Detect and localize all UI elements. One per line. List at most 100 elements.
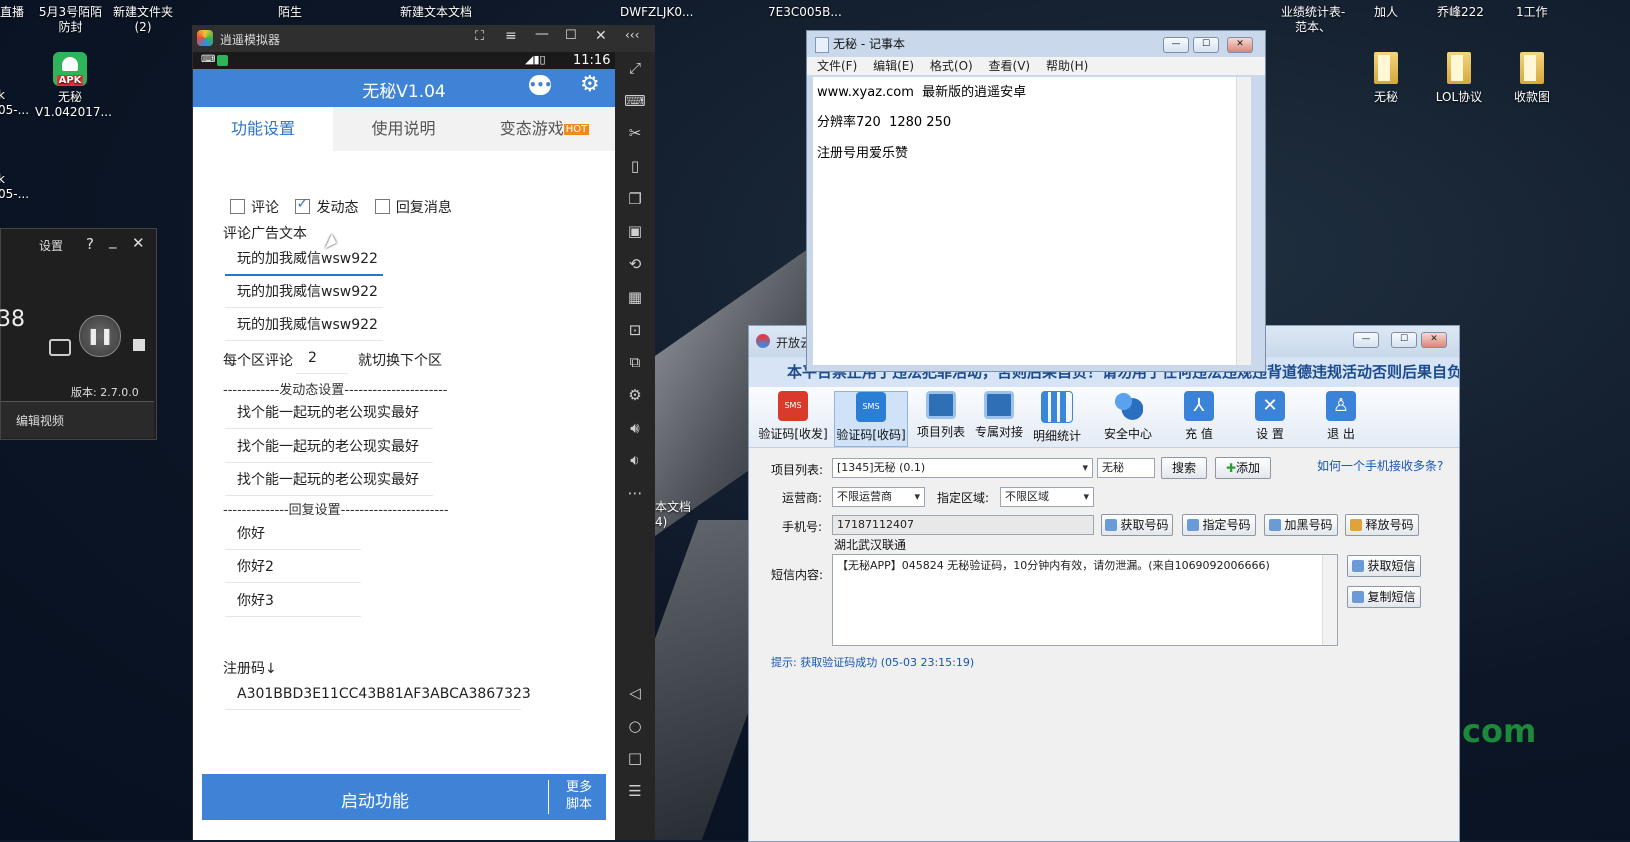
- gamepad-icon[interactable]: ▦: [615, 281, 655, 314]
- tool-exit[interactable]: ♙ 退 出: [1305, 391, 1377, 442]
- sms-content-box[interactable]: 【无秘APP】045824 无秘验证码，10分钟内有效，请勿泄漏。(来自1069…: [832, 554, 1338, 646]
- minimize-icon[interactable]: _: [109, 231, 117, 249]
- fullscreen-icon[interactable]: ⤢: [615, 52, 655, 85]
- desktop-label[interactable]: DWFZLJK0...: [620, 5, 693, 20]
- tab-instructions[interactable]: 使用说明: [333, 107, 474, 151]
- start-function-button[interactable]: 启动功能 更多 脚本: [202, 774, 606, 820]
- volume-down-icon[interactable]: 🔉︎: [615, 444, 655, 477]
- desktop-label[interactable]: 陌生: [278, 5, 302, 20]
- minimize-icon[interactable]: —: [1353, 332, 1379, 348]
- pause-icon[interactable]: ❚❚: [79, 315, 121, 357]
- desktop-label[interactable]: 直播: [0, 5, 24, 20]
- desktop-icon-folder[interactable]: LOL协议: [1424, 52, 1494, 105]
- region-select[interactable]: 不限区域: [1000, 487, 1094, 507]
- post-text-input[interactable]: 找个能一起玩的老公现实最好: [225, 432, 433, 463]
- desktop-label[interactable]: 业绩统计表- 范本、: [1280, 5, 1346, 35]
- camera-icon[interactable]: [49, 339, 71, 356]
- menu-view[interactable]: 查看(V): [989, 59, 1031, 73]
- get-sms-button[interactable]: 获取短信: [1347, 555, 1421, 577]
- comment-checkbox[interactable]: 评论: [230, 199, 279, 216]
- scrollbar[interactable]: [1322, 555, 1337, 645]
- tool-settings[interactable]: ✕ 设 置: [1234, 391, 1306, 442]
- desktop-label[interactable]: 1工作: [1516, 5, 1548, 20]
- menu-format[interactable]: 格式(O): [930, 59, 973, 73]
- minimize-icon[interactable]: —: [1163, 37, 1189, 53]
- menu-edit[interactable]: 编辑(E): [873, 59, 914, 73]
- desktop-label[interactable]: k 05-...: [0, 88, 29, 118]
- gear-icon[interactable]: ⚙: [580, 72, 600, 97]
- reply-text-input[interactable]: 你好: [225, 519, 361, 550]
- get-number-button[interactable]: 获取号码: [1101, 514, 1173, 536]
- more-icon[interactable]: ⋯: [615, 477, 655, 510]
- search-button[interactable]: 搜索: [1161, 457, 1207, 479]
- keyboard-icon[interactable]: ⌨: [615, 85, 655, 118]
- more-scripts-button[interactable]: 更多 脚本: [554, 779, 604, 813]
- shake-icon[interactable]: ▯: [615, 150, 655, 183]
- chat-icon[interactable]: •••: [529, 75, 552, 95]
- comment-text-input[interactable]: 玩的加我威信wsw922: [225, 277, 383, 308]
- project-select[interactable]: [1345]无秘 (0.1): [832, 458, 1093, 478]
- post-text-input[interactable]: 找个能一起玩的老公现实最好: [225, 398, 433, 429]
- blacklist-number-button[interactable]: 加黑号码: [1264, 514, 1338, 536]
- help-icon[interactable]: ?: [86, 235, 94, 253]
- project-search-input[interactable]: 无秘: [1097, 458, 1155, 478]
- desktop-label[interactable]: 7E3C005B...: [768, 5, 842, 20]
- carrier-select[interactable]: 不限运营商: [832, 487, 925, 507]
- desktop-label[interactable]: 本文档 4): [655, 500, 691, 530]
- reg-code-input[interactable]: A301BBD3E11CC43B81AF3ABCA3867323: [225, 679, 531, 710]
- tool-statistics[interactable]: 明细统计: [1021, 391, 1093, 444]
- copy-sms-button[interactable]: 复制短信: [1347, 586, 1421, 608]
- add-button[interactable]: ✚添加: [1215, 457, 1271, 479]
- desktop-label[interactable]: 加人: [1374, 5, 1398, 20]
- comment-text-input[interactable]: 玩的加我威信wsw922: [225, 310, 383, 341]
- close-icon[interactable]: ✕: [595, 28, 607, 44]
- scrollbar[interactable]: [1236, 77, 1251, 365]
- stop-icon[interactable]: [133, 339, 145, 351]
- collapse-sidebar-icon[interactable]: ‹‹‹: [625, 28, 639, 42]
- home-icon[interactable]: ○: [615, 710, 655, 743]
- reply-text-input[interactable]: 你好3: [225, 586, 361, 617]
- multi-instance-icon[interactable]: ⧉: [615, 346, 655, 379]
- tool-sms-send-receive[interactable]: SMS 验证码[收发]: [757, 391, 829, 442]
- desktop-label[interactable]: 5月3号陌陌 防封: [38, 5, 103, 35]
- reply-text-input[interactable]: 你好2: [225, 552, 361, 583]
- tab-function-settings[interactable]: 功能设置: [193, 107, 333, 151]
- tool-sms-receive[interactable]: SMS 验证码[收码]: [834, 391, 908, 447]
- desktop-icon-folder[interactable]: 无秘: [1351, 52, 1421, 105]
- maximize-icon[interactable]: ☐: [1193, 37, 1219, 53]
- tool-recharge[interactable]: ⅄ 充 值: [1163, 391, 1235, 442]
- close-icon[interactable]: ✕: [1421, 332, 1447, 348]
- post-checkbox[interactable]: 发动态: [295, 196, 358, 216]
- tab-abnormal-games[interactable]: 变态游戏 HOT: [474, 107, 615, 151]
- desktop-label[interactable]: k 05-...: [0, 172, 29, 202]
- per-zone-input[interactable]: 2: [296, 343, 348, 374]
- desktop-label[interactable]: 新建文件夹 (2): [112, 5, 174, 35]
- release-number-button[interactable]: 释放号码: [1345, 514, 1419, 536]
- close-icon[interactable]: ✕: [1227, 37, 1253, 53]
- desktop-icon-wumi-apk[interactable]: APK 无秘 V1.042017...: [35, 52, 112, 120]
- recent-apps-icon[interactable]: □: [615, 742, 655, 775]
- menu-file[interactable]: 文件(F): [817, 59, 857, 73]
- menu-icon[interactable]: ≡: [505, 28, 517, 44]
- comment-text-input[interactable]: 玩的加我威信wsw922: [225, 244, 383, 276]
- apk-install-icon[interactable]: ▣: [615, 215, 655, 248]
- tool-security-center[interactable]: 安全中心: [1092, 391, 1164, 442]
- desktop-label[interactable]: 乔峰222: [1437, 5, 1484, 20]
- scissors-icon[interactable]: ✂: [615, 117, 655, 150]
- reply-checkbox[interactable]: 回复消息: [374, 199, 452, 216]
- help-link[interactable]: 如何一个手机接收多条?: [1317, 457, 1443, 474]
- edit-video-button[interactable]: 编辑视频: [16, 412, 64, 429]
- multi-window-icon[interactable]: ❐: [615, 183, 655, 216]
- desktop-label[interactable]: 新建文本文档: [400, 5, 472, 20]
- back-icon[interactable]: ◁: [615, 677, 655, 710]
- screenshot-region-icon[interactable]: ⛶: [475, 29, 484, 44]
- close-icon[interactable]: ✕: [132, 234, 145, 252]
- recorder-settings[interactable]: 设置: [39, 237, 63, 254]
- menu-help[interactable]: 帮助(H): [1046, 59, 1088, 73]
- assign-number-button[interactable]: 指定号码: [1182, 514, 1256, 536]
- settings-icon[interactable]: ⚙: [615, 379, 655, 412]
- record-icon[interactable]: ⊡: [615, 314, 655, 347]
- notepad-text-area[interactable]: www.xyaz.com 最新版的逍遥安卓 分辨率720 1280 250 注册…: [813, 77, 1251, 365]
- maximize-icon[interactable]: ☐: [1391, 332, 1417, 348]
- post-text-input[interactable]: 找个能一起玩的老公现实最好: [225, 465, 433, 496]
